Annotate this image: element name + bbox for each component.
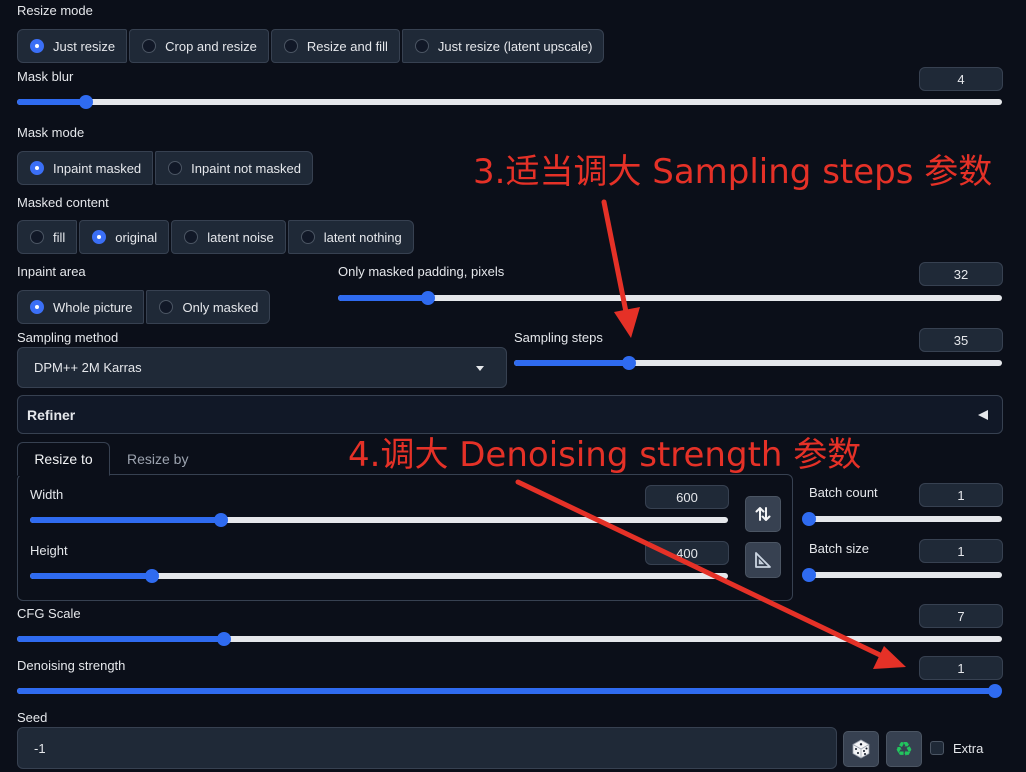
seed-input[interactable]: -1 [17, 727, 837, 769]
slider-handle[interactable] [621, 356, 636, 370]
refiner-title: Refiner [27, 407, 76, 423]
batch-size-slider[interactable] [802, 567, 1002, 583]
radio-inpaint-masked[interactable]: Inpaint masked [17, 151, 154, 185]
denoising-strength-number-input[interactable]: 1 [919, 656, 1003, 680]
cfg-scale-slider[interactable] [17, 631, 1002, 647]
triangle-ruler-icon [755, 552, 771, 568]
resize-mode-label: Resize mode [17, 3, 93, 18]
aspect-ratio-button[interactable] [745, 542, 781, 578]
annotation-step-3: 3.适当调大 Sampling steps 参数 [473, 152, 993, 192]
radio-resize-and-fill[interactable]: Resize and fill [270, 29, 400, 63]
slider-handle[interactable] [802, 512, 816, 526]
chevron-down-icon [476, 366, 484, 371]
inpaint-area-radio-group: Whole picture Only masked [17, 290, 271, 324]
radio-whole-picture[interactable]: Whole picture [17, 290, 145, 324]
radio-original[interactable]: original [79, 220, 170, 254]
cfg-scale-number-input[interactable]: 7 [919, 604, 1003, 628]
width-number-input[interactable]: 600 [645, 485, 729, 509]
radio-indicator [283, 39, 298, 53]
radio-crop-and-resize[interactable]: Crop and resize [129, 29, 269, 63]
height-number-input[interactable]: 400 [645, 541, 729, 565]
batch-count-label: Batch count [809, 485, 878, 500]
extra-label: Extra [953, 741, 984, 756]
radio-indicator [30, 161, 44, 175]
slider-handle[interactable] [145, 569, 160, 583]
sampling-method-dropdown[interactable]: DPM++ 2M Karras [17, 347, 507, 388]
tab-resize-to[interactable]: Resize to [17, 442, 110, 476]
radio-latent-noise[interactable]: latent noise [171, 220, 286, 254]
slider-handle[interactable] [802, 568, 816, 582]
only-masked-padding-label: Only masked padding, pixels [338, 264, 505, 279]
radio-indicator [30, 230, 44, 244]
radio-indicator [184, 230, 199, 244]
sampling-steps-slider[interactable] [514, 355, 1002, 371]
radio-inpaint-not-masked[interactable]: Inpaint not masked [155, 151, 314, 185]
sampling-steps-label: Sampling steps [514, 330, 603, 345]
width-slider[interactable] [30, 512, 728, 528]
swap-dimensions-button[interactable] [745, 496, 781, 532]
slider-handle[interactable] [78, 95, 93, 109]
radio-indicator [168, 161, 183, 175]
caret-left-icon [978, 410, 988, 420]
radio-indicator [159, 300, 174, 314]
radio-latent-nothing[interactable]: latent nothing [287, 220, 414, 254]
seed-value: -1 [34, 740, 46, 756]
radio-just-resize[interactable]: Just resize [17, 29, 128, 63]
radio-indicator [414, 39, 429, 53]
mask-blur-number-input[interactable]: 4 [919, 67, 1003, 91]
batch-count-slider[interactable] [802, 511, 1002, 527]
slider-handle[interactable] [988, 684, 1002, 698]
sampling-steps-number-input[interactable]: 35 [919, 328, 1003, 352]
batch-count-number-input[interactable]: 1 [919, 483, 1003, 507]
sampling-method-label: Sampling method [17, 330, 119, 345]
radio-indicator [300, 230, 315, 244]
seed-label: Seed [17, 710, 48, 725]
mask-mode-label: Mask mode [17, 125, 85, 140]
radio-just-resize-latent-upscale[interactable]: Just resize (latent upscale) [401, 29, 605, 63]
mask-mode-radio-group: Inpaint masked Inpaint not masked [17, 151, 314, 185]
radio-only-masked[interactable]: Only masked [146, 290, 271, 324]
random-seed-button[interactable] [843, 731, 879, 767]
batch-size-label: Batch size [809, 541, 869, 556]
only-masked-padding-slider[interactable] [338, 290, 1002, 306]
radio-indicator [142, 39, 157, 53]
recycle-icon: ♻ [895, 737, 913, 761]
arrow-to-sampling-steps [601, 199, 640, 338]
extra-checkbox[interactable] [930, 741, 944, 755]
mask-blur-slider[interactable] [17, 94, 1002, 110]
radio-fill[interactable]: fill [17, 220, 78, 254]
height-label: Height [30, 543, 68, 558]
only-masked-padding-number-input[interactable]: 32 [919, 262, 1003, 286]
batch-size-number-input[interactable]: 1 [919, 539, 1003, 563]
denoising-strength-label: Denoising strength [17, 658, 126, 673]
tab-resize-by[interactable]: Resize by [127, 451, 188, 467]
swap-arrows-icon [755, 507, 771, 521]
mask-blur-label: Mask blur [17, 69, 74, 84]
radio-indicator [30, 300, 44, 314]
radio-indicator [30, 39, 44, 53]
height-slider[interactable] [30, 568, 728, 584]
slider-handle[interactable] [213, 513, 228, 527]
annotation-step-4: 4.调大 Denoising strength 参数 [348, 435, 862, 475]
masked-content-label: Masked content [17, 195, 109, 210]
width-label: Width [30, 487, 64, 502]
sampling-method-value: DPM++ 2M Karras [34, 360, 142, 375]
slider-handle[interactable] [216, 632, 231, 646]
slider-handle[interactable] [420, 291, 435, 305]
inpaint-area-label: Inpaint area [17, 264, 86, 279]
resize-mode-radio-group: Just resize Crop and resize Resize and f… [17, 29, 605, 63]
cfg-scale-label: CFG Scale [17, 606, 81, 621]
radio-indicator [92, 230, 107, 244]
masked-content-radio-group: fill original latent noise latent nothin… [17, 220, 414, 254]
dice-icon [852, 739, 870, 759]
denoising-strength-slider[interactable] [17, 683, 1002, 699]
reuse-seed-button[interactable]: ♻ [886, 731, 922, 767]
